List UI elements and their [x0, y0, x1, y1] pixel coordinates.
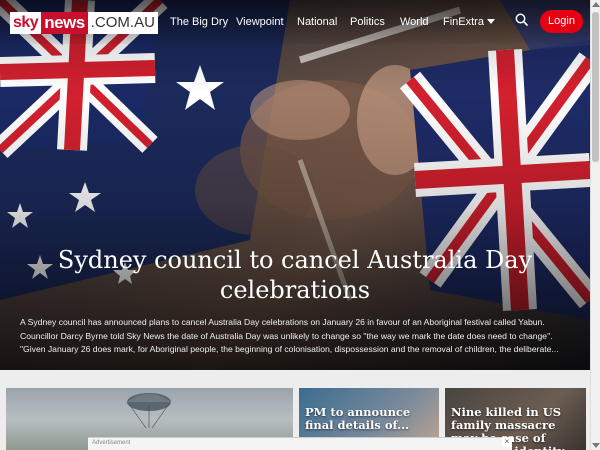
advertisement-banner[interactable]: Advertisement: [88, 437, 512, 450]
scrollbar-thumb[interactable]: [592, 12, 599, 162]
vertical-scrollbar[interactable]: [590, 0, 600, 450]
chevron-down-icon: [486, 19, 495, 24]
summary-line: Councillor Darcy Byrne told Sky News the…: [20, 330, 553, 341]
hero-summary: A Sydney council has announced plans to …: [20, 316, 575, 357]
login-button[interactable]: Login: [540, 10, 583, 33]
ad-label: Advertisement: [92, 440, 131, 446]
story-card-title: PM to announce final details of...: [305, 405, 411, 432]
nav-more-label: FinExtra: [443, 16, 484, 28]
top-navigation: sky news .COM.AU The Big Dry Viewpoint N…: [0, 0, 590, 44]
sky-news-logo[interactable]: sky news .COM.AU: [10, 12, 158, 34]
nav-more-dropdown[interactable]: FinExtra: [443, 16, 495, 28]
summary-line: A Sydney council has announced plans to …: [20, 317, 545, 327]
nav-link-world[interactable]: World: [400, 16, 429, 28]
close-icon[interactable]: ×: [502, 437, 512, 447]
scroll-down-arrow-icon[interactable]: [592, 443, 600, 448]
nav-link-viewpoint[interactable]: Viewpoint: [236, 16, 284, 28]
nav-link-national[interactable]: National: [297, 16, 337, 28]
logo-domain-text: .COM.AU: [87, 12, 158, 34]
scroll-up-arrow-icon[interactable]: [592, 2, 600, 7]
logo-news-text: news: [41, 12, 88, 34]
hero-gradient-overlay: [0, 0, 590, 370]
hero-headline[interactable]: Sydney council to cancel Australia Day c…: [20, 245, 570, 305]
logo-sky-text: sky: [10, 12, 42, 34]
hero-image[interactable]: Sydney council to cancel Australia Day c…: [0, 0, 590, 370]
search-icon[interactable]: [515, 13, 529, 27]
nav-link-the-big-dry[interactable]: The Big Dry: [170, 16, 228, 28]
summary-line: "Given January 26 does mark, for Aborigi…: [20, 344, 559, 354]
nav-link-politics[interactable]: Politics: [350, 16, 385, 28]
